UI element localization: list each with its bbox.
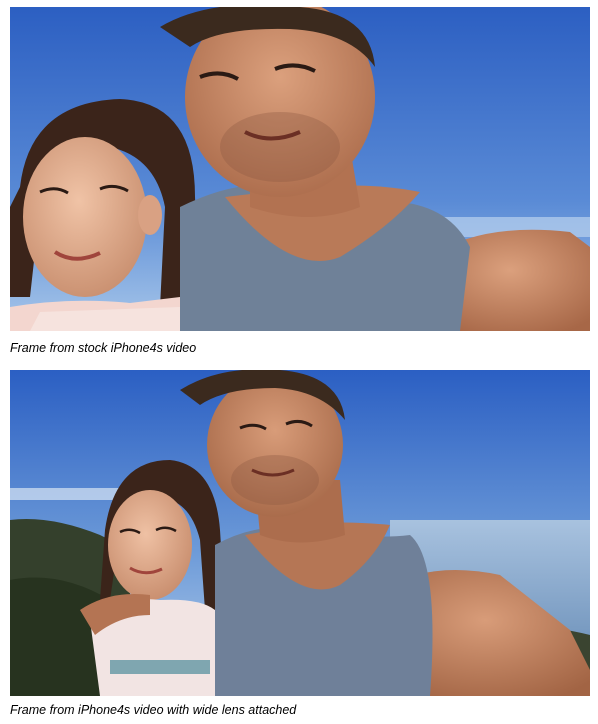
caption-stock: Frame from stock iPhone4s video [10, 341, 197, 355]
selfie-photo-wide [10, 370, 590, 696]
photo-stock-lens [10, 7, 590, 331]
photo-wide-lens [10, 370, 590, 696]
selfie-photo-stock [10, 7, 590, 331]
caption-wide: Frame from iPhone4s video with wide lens… [10, 703, 297, 717]
